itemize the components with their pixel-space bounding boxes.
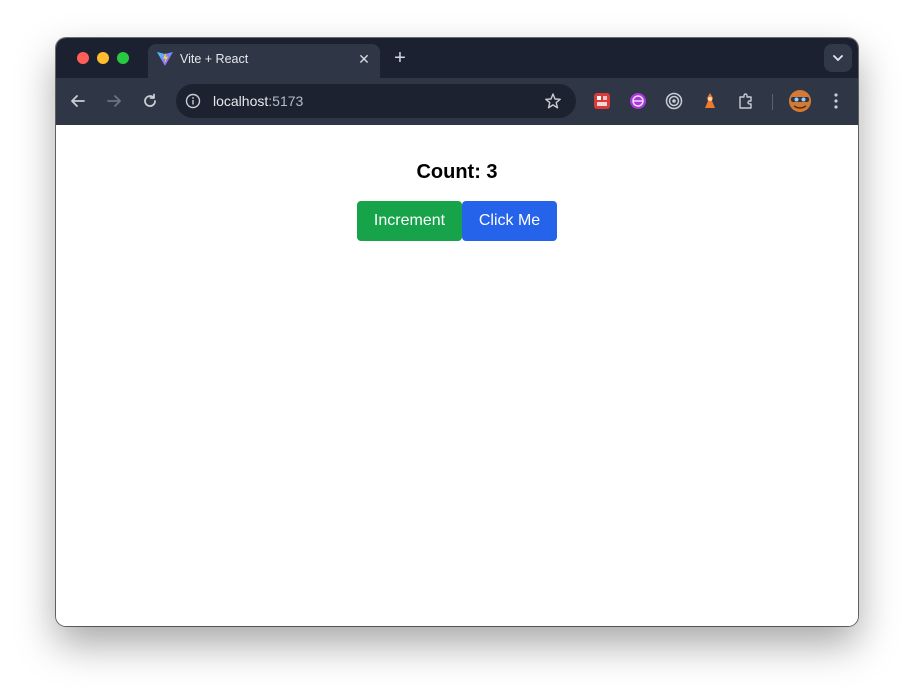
maximize-window-button[interactable] [117, 52, 129, 64]
close-window-button[interactable] [77, 52, 89, 64]
new-tab-button[interactable]: + [390, 48, 410, 68]
back-button[interactable] [67, 90, 89, 112]
star-icon[interactable] [544, 92, 562, 110]
click-me-button[interactable]: Click Me [462, 201, 557, 241]
info-icon[interactable] [185, 93, 201, 109]
browser-toolbar: localhost:5173 [56, 78, 858, 125]
url-port: :5173 [268, 93, 304, 109]
page-content: Count: 3 Increment Click Me [56, 125, 858, 626]
avatar[interactable] [789, 90, 811, 112]
url-text[interactable]: localhost:5173 [213, 93, 303, 109]
count-heading: Count: 3 [416, 161, 498, 183]
title-bar: Vite + React ✕ + [56, 38, 858, 78]
ext-purple-icon[interactable] [629, 92, 647, 110]
url-host: localhost [213, 93, 269, 109]
ext-target-icon[interactable] [665, 92, 683, 110]
reload-icon [144, 93, 156, 107]
minimize-window-button[interactable] [97, 52, 109, 64]
forward-button[interactable] [103, 90, 125, 112]
avatar-image [789, 90, 811, 112]
ext-orange-icon[interactable] [701, 92, 719, 110]
kebab-menu-icon[interactable] [828, 92, 844, 110]
vite-logo-icon [156, 50, 174, 68]
ext-red-icon[interactable] [593, 92, 611, 110]
chevron-down-icon [833, 55, 843, 62]
browser-window: Vite + React ✕ + localhost:5173 Count: 3… [56, 38, 858, 626]
arrow-left-icon [71, 95, 85, 107]
address-bar[interactable]: localhost:5173 [176, 84, 576, 118]
close-icon[interactable]: ✕ [356, 51, 372, 67]
tab-title: Vite + React [180, 52, 249, 66]
toolbar-divider [772, 94, 773, 110]
tab-vite-react[interactable]: Vite + React ✕ [148, 44, 380, 78]
reload-button[interactable] [139, 90, 161, 112]
tab-search-button[interactable] [824, 44, 852, 72]
puzzle-icon[interactable] [737, 92, 755, 110]
arrow-right-icon [107, 95, 121, 107]
increment-button[interactable]: Increment [357, 201, 462, 241]
